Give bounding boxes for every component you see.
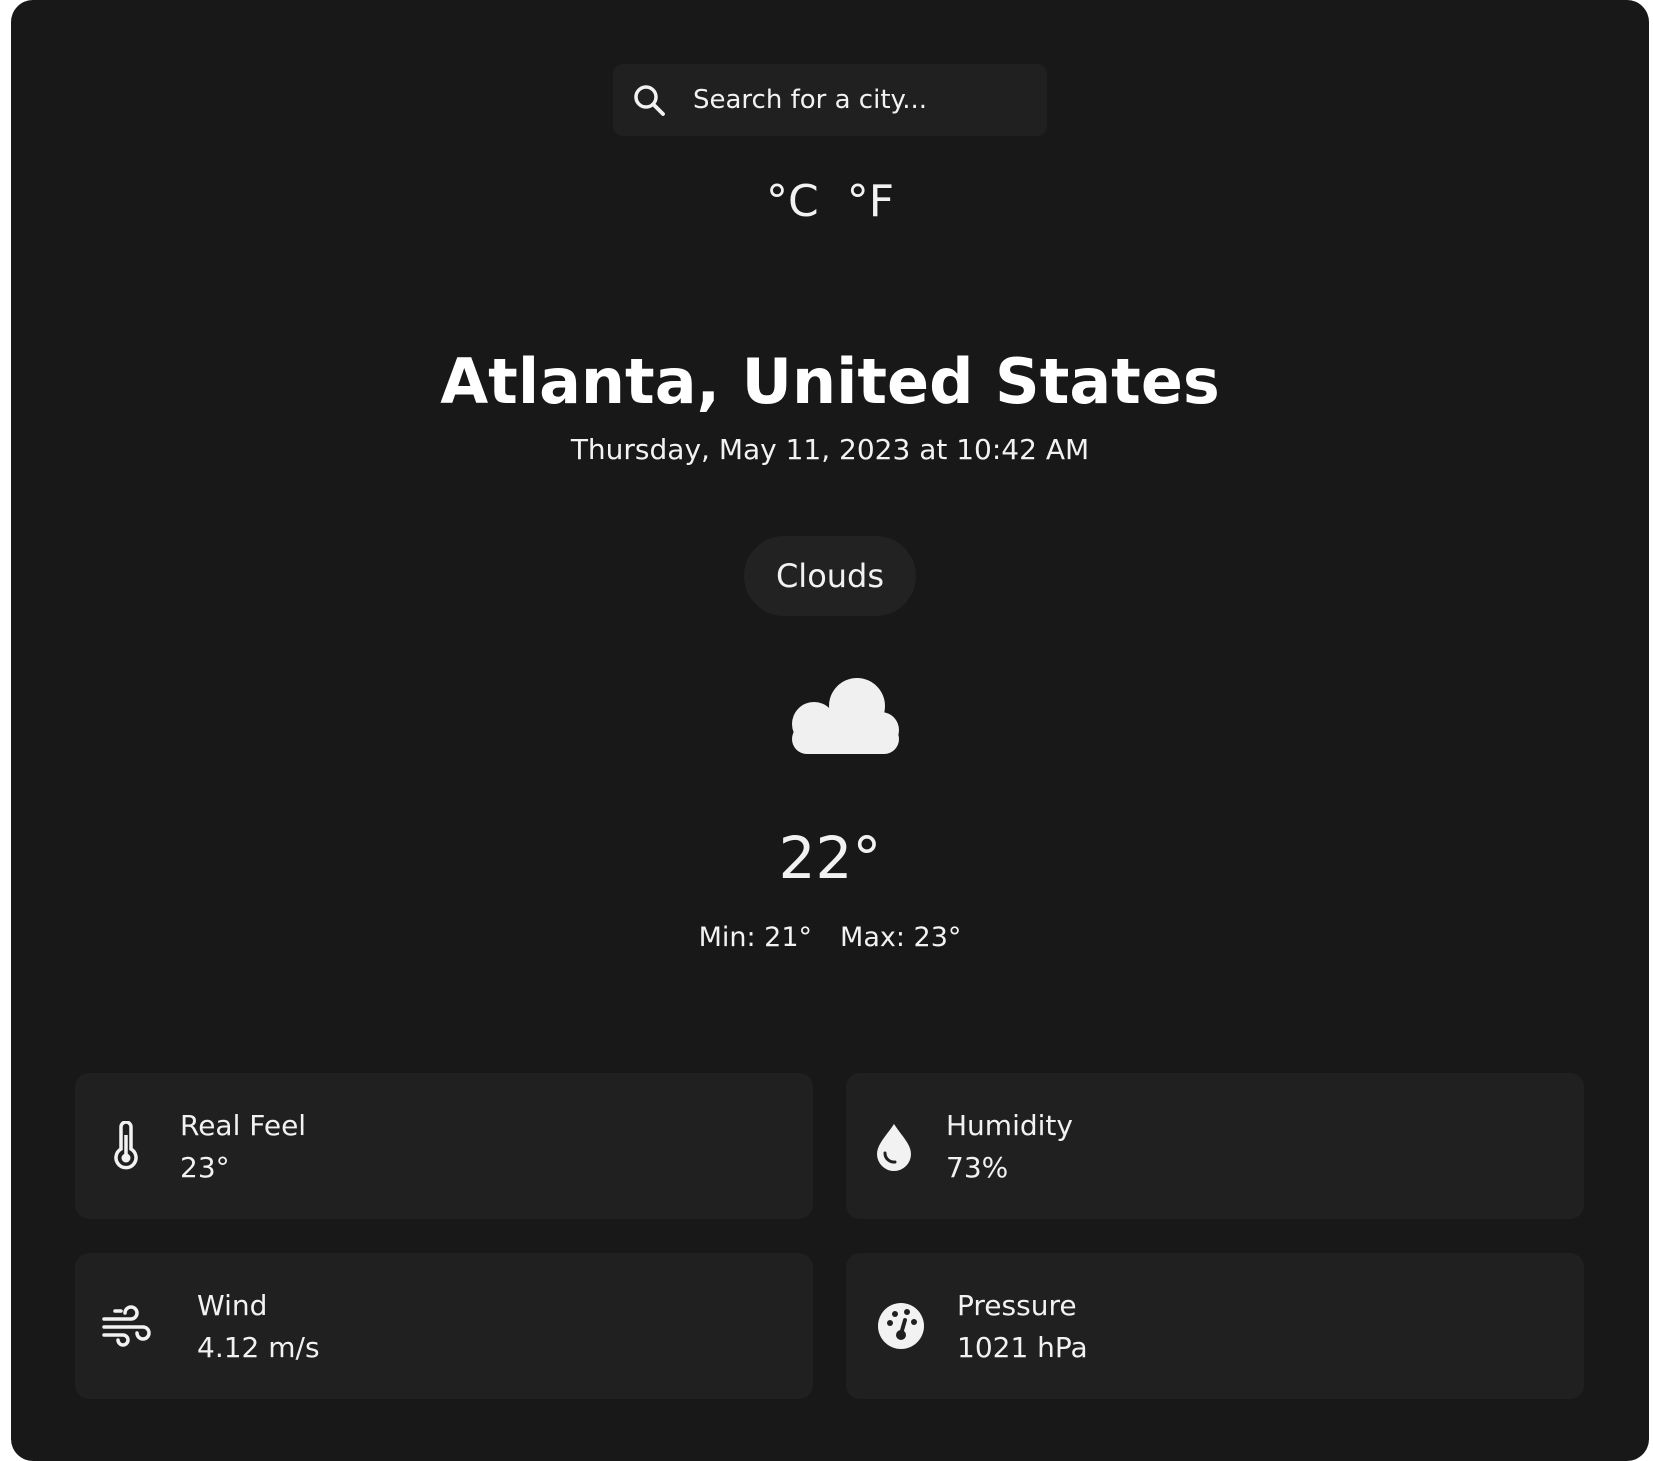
condition-container: Clouds (11, 536, 1649, 616)
weather-app: °C °F Atlanta, United States Thursday, Ma… (11, 0, 1649, 1461)
humidity-label: Humidity (946, 1109, 1073, 1142)
droplet-icon (877, 1124, 911, 1171)
search-bar[interactable] (613, 64, 1047, 136)
humidity-card: Humidity 73% (846, 1073, 1584, 1219)
pressure-card: Pressure 1021 hPa (846, 1253, 1584, 1399)
cloud-icon (792, 678, 899, 754)
current-temperature: 22° (778, 824, 882, 892)
wind-value: 4.12 m/s (197, 1331, 320, 1364)
pressure-label: Pressure (957, 1289, 1077, 1322)
gauge-icon (878, 1303, 924, 1349)
humidity-value: 73% (946, 1151, 1009, 1184)
celsius-button[interactable]: °C (766, 172, 819, 232)
unit-toggle: °C °F (11, 172, 1649, 232)
pressure-value: 1021 hPa (957, 1331, 1088, 1364)
min-temperature: Min: 21° (698, 922, 813, 953)
real-feel-value: 23° (180, 1151, 230, 1184)
search-icon[interactable] (631, 82, 667, 118)
wind-card: Wind 4.12 m/s (75, 1253, 813, 1399)
thermometer-icon (114, 1121, 138, 1170)
search-input[interactable] (693, 64, 1033, 136)
max-temperature: Max: 23° (840, 922, 962, 953)
wind-icon (102, 1305, 151, 1347)
condition-badge: Clouds (743, 536, 917, 616)
real-feel-card: Real Feel 23° (75, 1073, 813, 1219)
fahrenheit-button[interactable]: °F (847, 172, 894, 232)
wind-label: Wind (197, 1289, 268, 1322)
city-title: Atlanta, United States (440, 345, 1220, 418)
real-feel-label: Real Feel (180, 1109, 307, 1142)
min-max-temperature: Min: 21° Max: 23° (11, 918, 1649, 958)
date-time: Thursday, May 11, 2023 at 10:42 AM (570, 433, 1090, 466)
